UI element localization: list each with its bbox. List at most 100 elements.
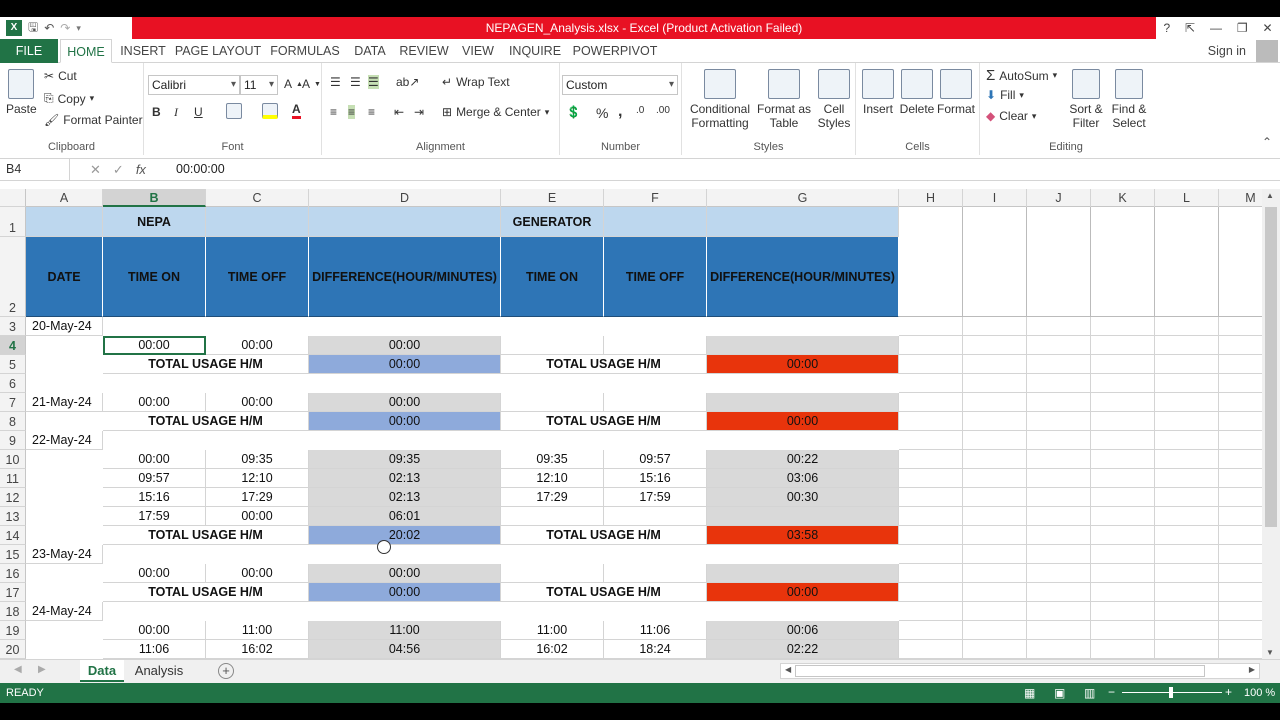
row-header-2[interactable]: 2	[0, 237, 26, 317]
delete-button[interactable]: Delete	[898, 69, 936, 116]
table-cell[interactable]	[1155, 374, 1219, 393]
table-cell[interactable]: 15:16	[103, 488, 206, 507]
table-cell[interactable]	[1219, 393, 1262, 412]
table-cell[interactable]	[899, 488, 963, 507]
table-cell[interactable]	[1091, 450, 1155, 469]
table-cell[interactable]	[1219, 317, 1262, 336]
table-cell[interactable]	[899, 583, 963, 602]
table-cell[interactable]: 03:06	[707, 469, 899, 488]
redo-icon[interactable]: ↷	[60, 21, 70, 35]
ribbon-display-icon[interactable]: ⇱	[1185, 21, 1195, 35]
vertical-scrollbar[interactable]: ▲ ▼	[1262, 189, 1280, 659]
table-cell[interactable]	[1219, 412, 1262, 431]
total-label[interactable]: TOTAL USAGE H/M	[103, 583, 309, 602]
enter-icon[interactable]: ✓	[113, 162, 124, 178]
formula-input[interactable]: 00:00:00	[176, 159, 225, 180]
row-header-10[interactable]: 10	[0, 450, 26, 469]
normal-view-icon[interactable]: ▦	[1024, 686, 1035, 700]
table-cell[interactable]: 09:57	[604, 450, 707, 469]
copy-button[interactable]: ⎘ Copy ▾	[44, 91, 94, 106]
align-center-icon[interactable]: ≡	[348, 105, 356, 119]
table-cell[interactable]	[1155, 393, 1219, 412]
table-cell[interactable]	[1219, 355, 1262, 374]
row-header-18[interactable]: 18	[0, 602, 26, 621]
sheet-tab-data[interactable]: Data	[80, 660, 124, 682]
table-cell[interactable]	[963, 393, 1027, 412]
nepa-total-value[interactable]: 00:00	[309, 583, 501, 602]
table-cell[interactable]	[1027, 507, 1091, 526]
row-header-6[interactable]: 6	[0, 374, 26, 393]
table-cell[interactable]	[899, 412, 963, 431]
table-cell[interactable]	[604, 393, 707, 412]
table-cell[interactable]	[1155, 640, 1219, 659]
table-cell[interactable]	[604, 507, 707, 526]
generator-total-value[interactable]: 03:58	[707, 526, 899, 545]
align-top-icon[interactable]: ☰	[330, 75, 341, 89]
page-layout-view-icon[interactable]: ▣	[1054, 686, 1065, 700]
table-cell[interactable]: 11:00	[501, 621, 604, 640]
table-cell[interactable]	[1155, 488, 1219, 507]
table-cell[interactable]	[899, 374, 963, 393]
row-header-20[interactable]: 20	[0, 640, 26, 659]
table-cell[interactable]	[1027, 431, 1091, 450]
decrease-indent-icon[interactable]: ⇤	[394, 105, 404, 119]
table-cell[interactable]	[1219, 526, 1262, 545]
nepa-total-value[interactable]: 20:02	[309, 526, 501, 545]
table-cell[interactable]	[604, 564, 707, 583]
table-cell[interactable]	[501, 564, 604, 583]
date-header[interactable]: DATE	[26, 237, 103, 317]
table-cell[interactable]	[1091, 564, 1155, 583]
table-cell[interactable]	[1219, 583, 1262, 602]
table-cell[interactable]	[963, 355, 1027, 374]
table-cell[interactable]	[963, 431, 1027, 450]
table-cell[interactable]	[1027, 564, 1091, 583]
total-label[interactable]: TOTAL USAGE H/M	[501, 355, 707, 374]
nepa-total-value[interactable]: 00:00	[309, 355, 501, 374]
restore-icon[interactable]: ❐	[1237, 21, 1248, 35]
table-cell[interactable]	[1155, 526, 1219, 545]
column-header-d[interactable]: D	[309, 189, 501, 207]
fill-color-icon[interactable]	[262, 103, 278, 119]
number-format-select[interactable]: Custom	[562, 75, 678, 95]
nepa-time-off-header[interactable]: TIME OFF	[206, 237, 309, 317]
cancel-icon[interactable]: ✕	[90, 162, 101, 178]
date-cell[interactable]: 21-May-24	[26, 393, 103, 412]
table-cell[interactable]	[1091, 602, 1155, 621]
table-cell[interactable]: 06:01	[309, 507, 501, 526]
nepa-time-on-header[interactable]: TIME ON	[103, 237, 206, 317]
table-cell[interactable]: 17:59	[103, 507, 206, 526]
tab-home[interactable]: HOME	[60, 39, 112, 63]
bold-button[interactable]: B	[152, 105, 161, 119]
table-cell[interactable]	[963, 640, 1027, 659]
format-as-table-button[interactable]: Format as Table	[756, 69, 812, 130]
column-header-h[interactable]: H	[899, 189, 963, 207]
find-select-button[interactable]: Find & Select	[1108, 69, 1150, 130]
row-header-17[interactable]: 17	[0, 583, 26, 602]
table-cell[interactable]: 17:29	[206, 488, 309, 507]
table-cell[interactable]	[1091, 469, 1155, 488]
nepa-total-value[interactable]: 00:00	[309, 412, 501, 431]
table-cell[interactable]	[1091, 545, 1155, 564]
row-header-1[interactable]: 1	[0, 207, 26, 237]
row-header-8[interactable]: 8	[0, 412, 26, 431]
column-header-c[interactable]: C	[206, 189, 309, 207]
close-icon[interactable]: ✕	[1262, 21, 1272, 35]
scroll-left-icon[interactable]: ◀	[785, 665, 791, 674]
column-header-j[interactable]: J	[1027, 189, 1091, 207]
table-cell[interactable]: 00:30	[707, 488, 899, 507]
table-cell[interactable]	[1027, 621, 1091, 640]
table-cell[interactable]	[963, 469, 1027, 488]
select-all-corner[interactable]	[0, 189, 26, 207]
font-name-select[interactable]: Calibri	[148, 75, 240, 95]
cell-styles-button[interactable]: Cell Styles	[814, 69, 854, 130]
table-cell[interactable]	[1091, 488, 1155, 507]
table-cell[interactable]	[899, 450, 963, 469]
collapse-ribbon-icon[interactable]: ⌃	[1262, 135, 1272, 149]
table-cell[interactable]: 09:35	[501, 450, 604, 469]
format-button[interactable]: Format	[936, 69, 976, 116]
row-header-7[interactable]: 7	[0, 393, 26, 412]
table-cell[interactable]	[1155, 507, 1219, 526]
nepa-difference-header[interactable]: DIFFERENCE(HOUR/MINUTES)	[309, 237, 501, 317]
tab-page-layout[interactable]: PAGE LAYOUT	[174, 39, 262, 63]
table-cell[interactable]: 11:06	[103, 640, 206, 659]
